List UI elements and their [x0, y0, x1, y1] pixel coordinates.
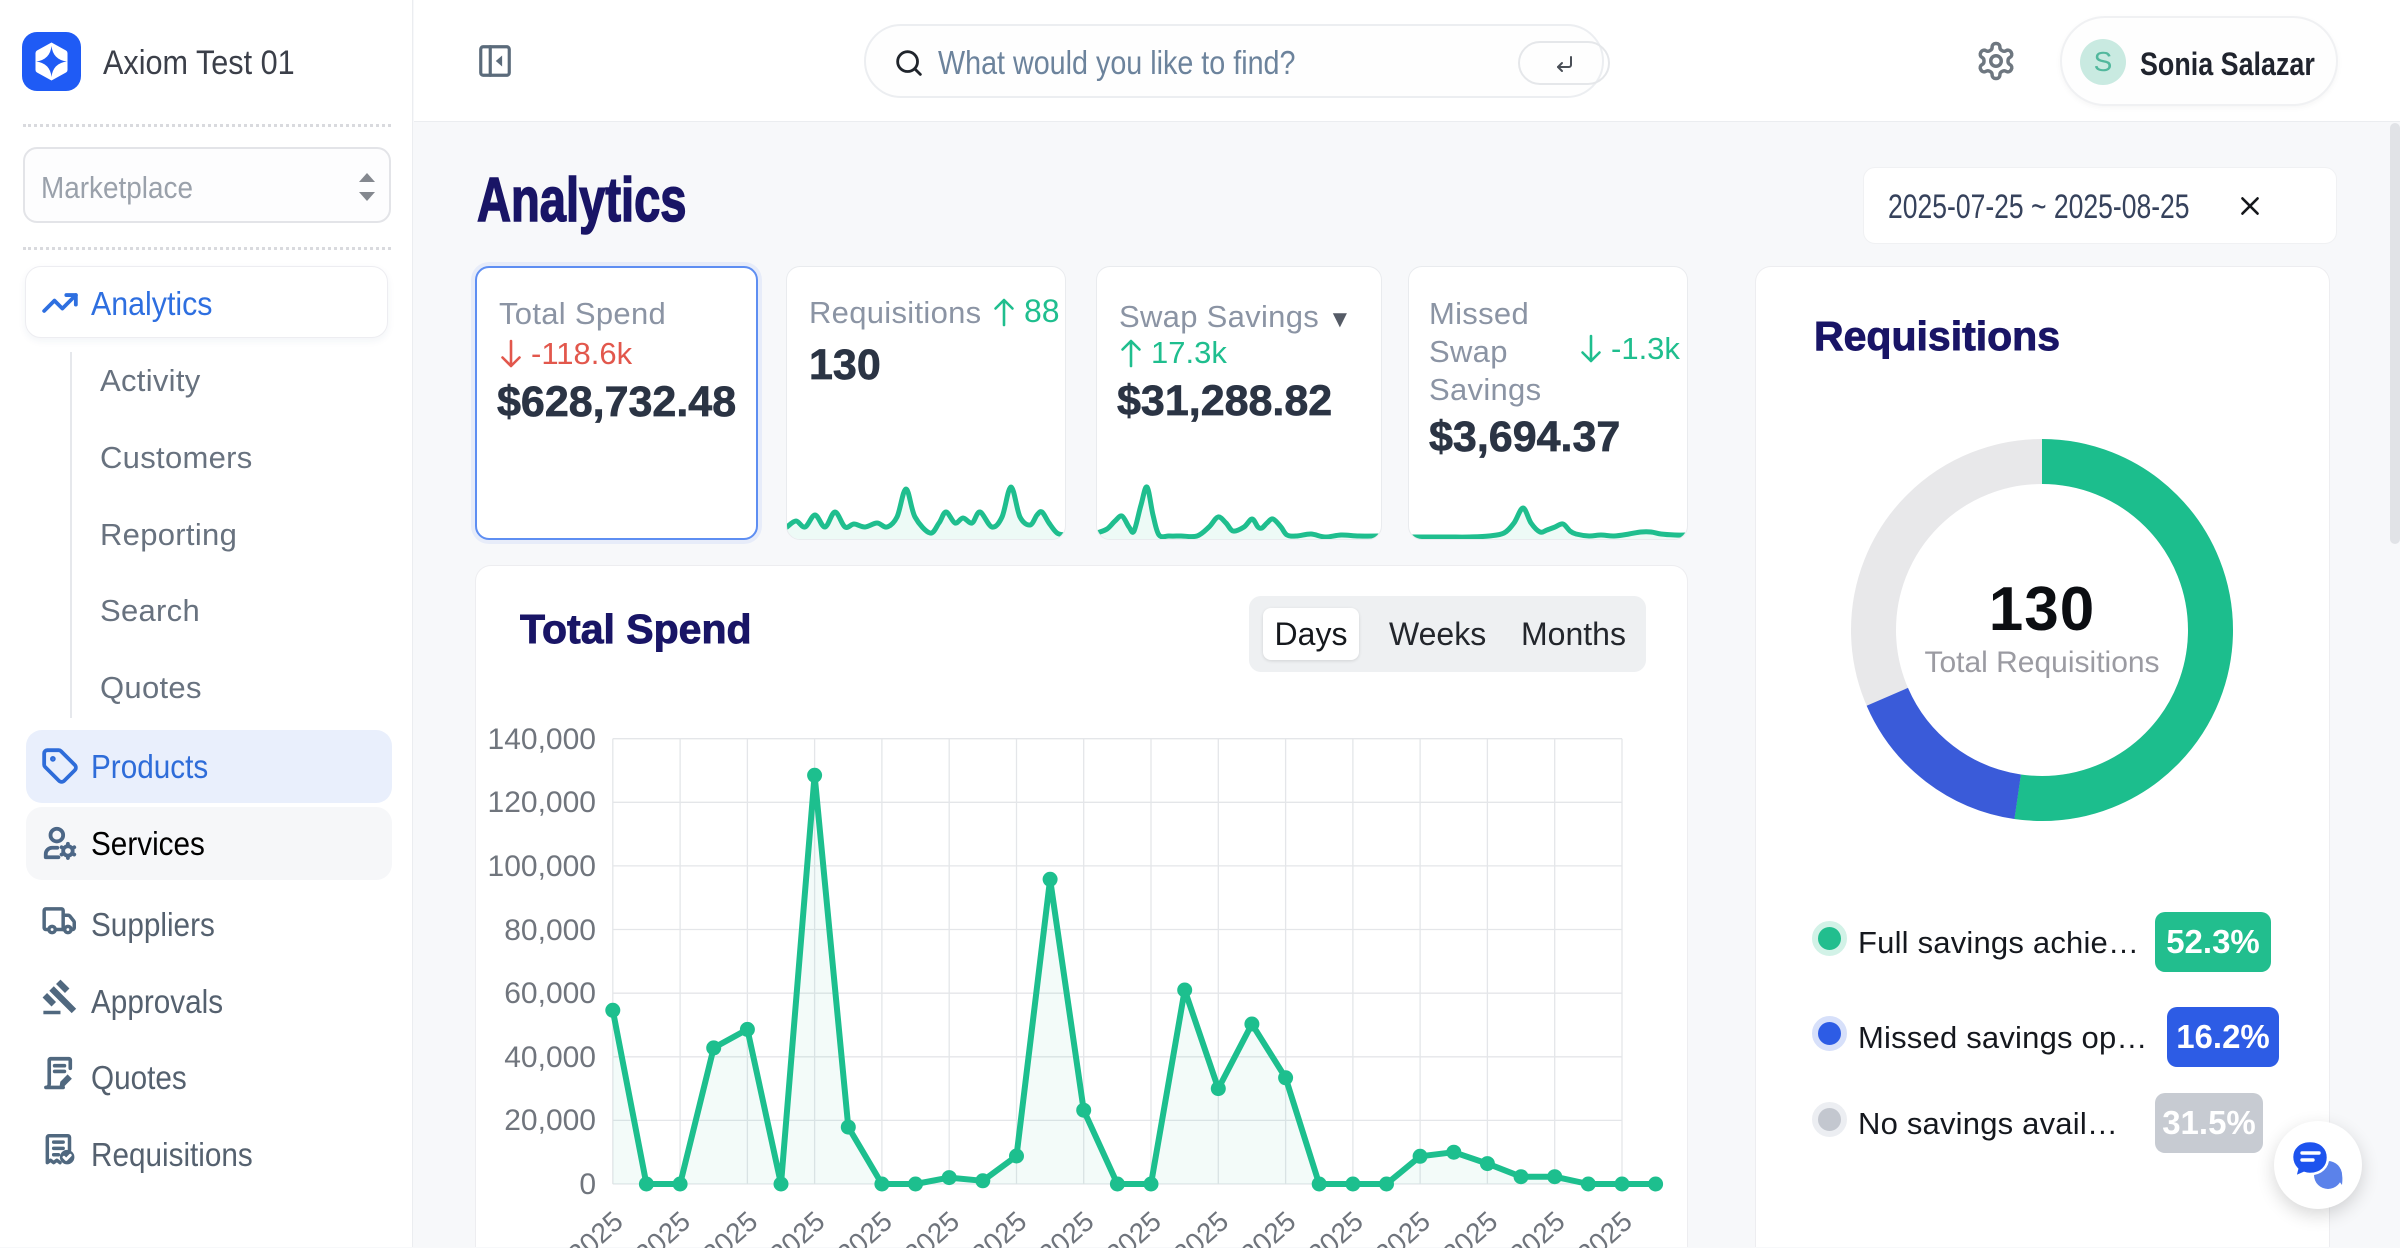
- svg-text:Total Requisitions: Total Requisitions: [1924, 646, 2159, 679]
- svg-text:100,000: 100,000: [488, 850, 596, 883]
- svg-text:60,000: 60,000: [504, 977, 596, 1010]
- svg-text:120,000: 120,000: [488, 786, 596, 819]
- svg-text:80,000: 80,000: [504, 914, 596, 947]
- svg-text:Jul 25, 2025: Jul 25, 2025: [495, 1205, 629, 1248]
- svg-text:20,000: 20,000: [504, 1104, 596, 1137]
- svg-text:0: 0: [579, 1168, 596, 1201]
- svg-text:140,000: 140,000: [488, 723, 596, 756]
- svg-text:130: 130: [1989, 575, 2095, 644]
- svg-text:40,000: 40,000: [504, 1041, 596, 1074]
